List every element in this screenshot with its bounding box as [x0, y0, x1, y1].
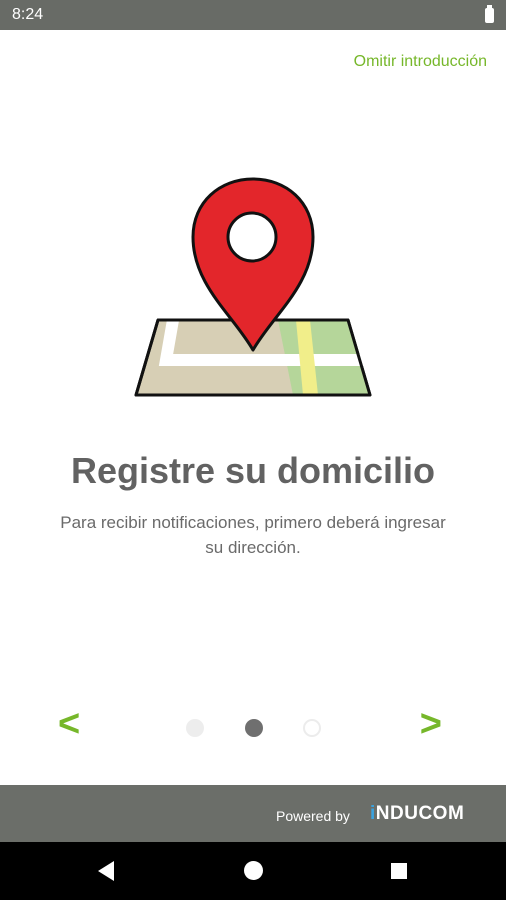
footer: Powered by iNDUCOM: [0, 785, 506, 842]
pager-dots: [186, 719, 326, 739]
map-pin-icon: [134, 177, 372, 397]
chevron-right-icon[interactable]: >: [420, 700, 442, 748]
system-nav-bar: [0, 842, 506, 900]
pager-dot-3[interactable]: [303, 719, 321, 737]
recents-icon[interactable]: [391, 863, 407, 879]
back-icon[interactable]: [98, 861, 114, 881]
powered-by-label: Powered by: [276, 808, 350, 824]
page-subtitle: Para recibir notificaciones, primero deb…: [60, 513, 446, 557]
status-bar: 8:24: [0, 0, 506, 30]
skip-intro-link[interactable]: Omitir introducción: [354, 53, 487, 71]
page-title: Registre su domicilio: [70, 450, 436, 491]
chevron-left-icon[interactable]: <: [58, 700, 80, 748]
map-pin-illustration: [133, 175, 373, 400]
status-time: 8:24: [12, 6, 44, 23]
home-icon[interactable]: [244, 861, 263, 880]
pager-dot-1[interactable]: [186, 719, 204, 737]
battery-full-icon: [485, 5, 494, 23]
inducom-logo: iNDUCOM: [370, 803, 464, 825]
pager-dot-2-active[interactable]: [245, 719, 263, 737]
brand-name: NDUCOM: [375, 803, 465, 824]
